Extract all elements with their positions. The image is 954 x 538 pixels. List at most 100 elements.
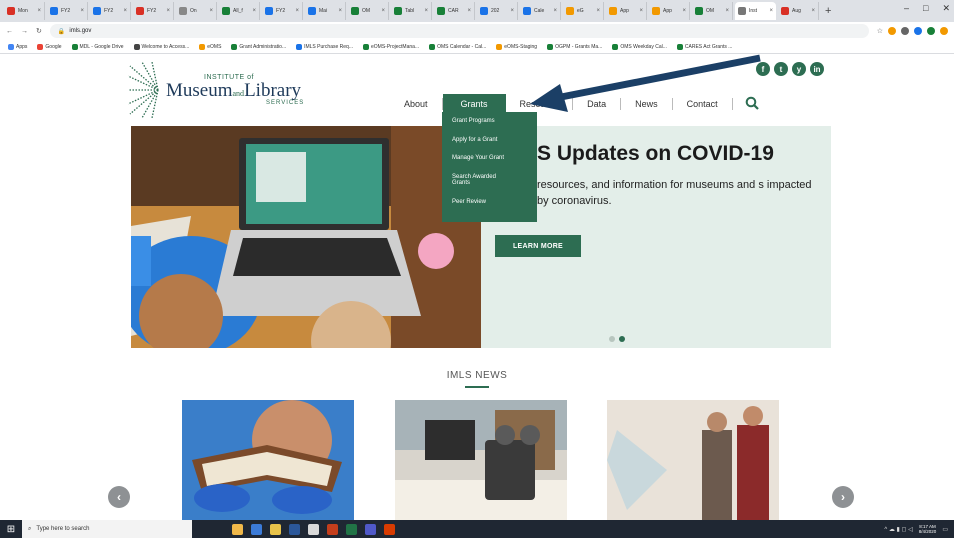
- new-tab-button[interactable]: +: [825, 5, 831, 17]
- url-field[interactable]: 🔒 imls.gov: [49, 24, 869, 38]
- close-tab-icon[interactable]: ×: [769, 8, 773, 14]
- chrome-icon[interactable]: [232, 523, 243, 535]
- browser-tab[interactable]: FY2 ×: [262, 2, 303, 20]
- bookmark-item[interactable]: CARES Act Grants ...: [676, 43, 733, 50]
- browser-tab[interactable]: CAR ×: [434, 2, 475, 20]
- close-tab-icon[interactable]: ×: [424, 8, 428, 14]
- tray-icons[interactable]: ^ ☁ ▮ ◻ ◁: [884, 526, 912, 533]
- reload-icon[interactable]: ↻: [36, 27, 42, 35]
- close-tab-icon[interactable]: ×: [166, 8, 170, 14]
- bookmark-label: CARES Act Grants ...: [684, 43, 733, 50]
- close-tab-icon[interactable]: ×: [37, 8, 41, 14]
- star-icon[interactable]: ☆: [877, 27, 883, 35]
- teams-icon[interactable]: [365, 523, 376, 535]
- menu-item-search-awarded[interactable]: Search Awarded Grants: [452, 174, 512, 187]
- youtube-icon[interactable]: y: [792, 62, 806, 76]
- browser-tab[interactable]: All_f ×: [219, 2, 260, 20]
- extension-icon[interactable]: [901, 27, 909, 35]
- browser-tab[interactable]: OM ×: [348, 2, 389, 20]
- bookmark-item[interactable]: Grant Administratio...: [231, 43, 286, 50]
- clock[interactable]: 8:17 AM 8/4/2020: [919, 524, 937, 535]
- menu-item-peer-review[interactable]: Peer Review: [452, 199, 527, 206]
- browser-tab[interactable]: Cale ×: [520, 2, 561, 20]
- close-tab-icon[interactable]: ×: [123, 8, 127, 14]
- bookmark-item[interactable]: eOMS-Staging: [496, 43, 537, 50]
- close-tab-icon[interactable]: ×: [682, 8, 686, 14]
- browser-tab[interactable]: Inst ×: [735, 2, 776, 20]
- browser-tab[interactable]: OM ×: [692, 2, 733, 20]
- browser-tab[interactable]: On ×: [176, 2, 217, 20]
- close-tab-icon[interactable]: ×: [381, 8, 385, 14]
- powerpoint-icon[interactable]: [327, 523, 338, 535]
- close-tab-icon[interactable]: ×: [209, 8, 213, 14]
- close-tab-icon[interactable]: ×: [811, 8, 815, 14]
- notifications-icon[interactable]: ▭: [942, 526, 948, 533]
- learn-more-button[interactable]: LEARN MORE: [495, 235, 581, 257]
- close-tab-icon[interactable]: ×: [725, 8, 729, 14]
- close-tab-icon[interactable]: ×: [252, 8, 256, 14]
- news-prev-button[interactable]: ‹: [108, 486, 130, 508]
- close-tab-icon[interactable]: ×: [596, 8, 600, 14]
- maximize-button[interactable]: □: [923, 3, 928, 14]
- taskbar-search[interactable]: ⌕ Type here to search: [22, 520, 192, 538]
- browser-tab[interactable]: Mon ×: [4, 2, 45, 20]
- news-card[interactable]: [607, 400, 779, 520]
- close-tab-icon[interactable]: ×: [338, 8, 342, 14]
- bookmark-item[interactable]: eOMS-ProjectMana...: [363, 43, 419, 50]
- carousel-dot[interactable]: [609, 336, 615, 342]
- bookmark-item[interactable]: IMLS Purchase Req...: [296, 43, 353, 50]
- outlook-icon[interactable]: [251, 523, 262, 535]
- browser-tab[interactable]: FY2 ×: [133, 2, 174, 20]
- nav-grants[interactable]: Grants: [442, 94, 506, 114]
- browser-tab[interactable]: Tabl ×: [391, 2, 432, 20]
- word-icon[interactable]: [289, 523, 300, 535]
- news-card[interactable]: [182, 400, 354, 520]
- windows-start-icon[interactable]: ⊞: [0, 524, 22, 535]
- minimize-button[interactable]: –: [904, 3, 909, 14]
- imls-logo[interactable]: INSTITUTE of MuseumandLibrary SERVICES: [128, 62, 304, 118]
- forward-icon[interactable]: →: [21, 28, 28, 35]
- bookmark-item[interactable]: Google: [37, 43, 62, 50]
- browser-tab[interactable]: FY2 ×: [47, 2, 88, 20]
- back-icon[interactable]: ←: [6, 28, 13, 35]
- bookmark-item[interactable]: Welcome to Access...: [133, 43, 189, 50]
- bookmark-item[interactable]: Apps: [8, 43, 27, 50]
- nav-about[interactable]: About: [390, 98, 443, 110]
- twitter-icon[interactable]: t: [774, 62, 788, 76]
- close-window-button[interactable]: ✕: [942, 3, 950, 14]
- bookmark-item[interactable]: OGPM - Grants Ma...: [547, 43, 602, 50]
- browser-tab[interactable]: FY2 ×: [90, 2, 131, 20]
- browser-tab[interactable]: Mai ×: [305, 2, 346, 20]
- extension-icon[interactable]: [888, 27, 896, 35]
- excel-icon[interactable]: [346, 523, 357, 535]
- bookmark-item[interactable]: OMS Weekday Cal...: [612, 43, 667, 50]
- profile-avatar[interactable]: [927, 27, 935, 35]
- bookmark-item[interactable]: OMS Calendar - Cal...: [429, 43, 486, 50]
- menu-item-manage[interactable]: Manage Your Grant: [452, 155, 527, 162]
- carousel-dot-active[interactable]: [619, 336, 625, 342]
- news-card[interactable]: [395, 400, 567, 520]
- bookmark-item[interactable]: eOMS: [199, 43, 221, 50]
- linkedin-icon[interactable]: in: [810, 62, 824, 76]
- close-tab-icon[interactable]: ×: [553, 8, 557, 14]
- browser-tab[interactable]: 202 ×: [477, 2, 518, 20]
- bookmark-item[interactable]: MDL - Google Drive: [71, 43, 124, 50]
- menu-item-grant-programs[interactable]: Grant Programs: [452, 118, 527, 125]
- extension-icon[interactable]: [914, 27, 922, 35]
- browser-tab-bar: Mon × FY2 × FY2 × FY2 × On × All_f × FY2 × Mai × OM × Tabl…: [0, 0, 954, 22]
- menu-icon[interactable]: [940, 27, 948, 35]
- browser-tab[interactable]: App ×: [606, 2, 647, 20]
- close-tab-icon[interactable]: ×: [467, 8, 471, 14]
- browser-tab[interactable]: App ×: [649, 2, 690, 20]
- close-tab-icon[interactable]: ×: [80, 8, 84, 14]
- acrobat-icon[interactable]: [384, 523, 395, 535]
- news-next-button[interactable]: ›: [832, 486, 854, 508]
- browser-tab[interactable]: eG ×: [563, 2, 604, 20]
- menu-item-apply[interactable]: Apply for a Grant: [452, 137, 527, 144]
- close-tab-icon[interactable]: ×: [510, 8, 514, 14]
- app-icon[interactable]: [308, 523, 319, 535]
- file-explorer-icon[interactable]: [270, 523, 281, 535]
- close-tab-icon[interactable]: ×: [295, 8, 299, 14]
- browser-tab[interactable]: Aug ×: [778, 2, 819, 20]
- close-tab-icon[interactable]: ×: [639, 8, 643, 14]
